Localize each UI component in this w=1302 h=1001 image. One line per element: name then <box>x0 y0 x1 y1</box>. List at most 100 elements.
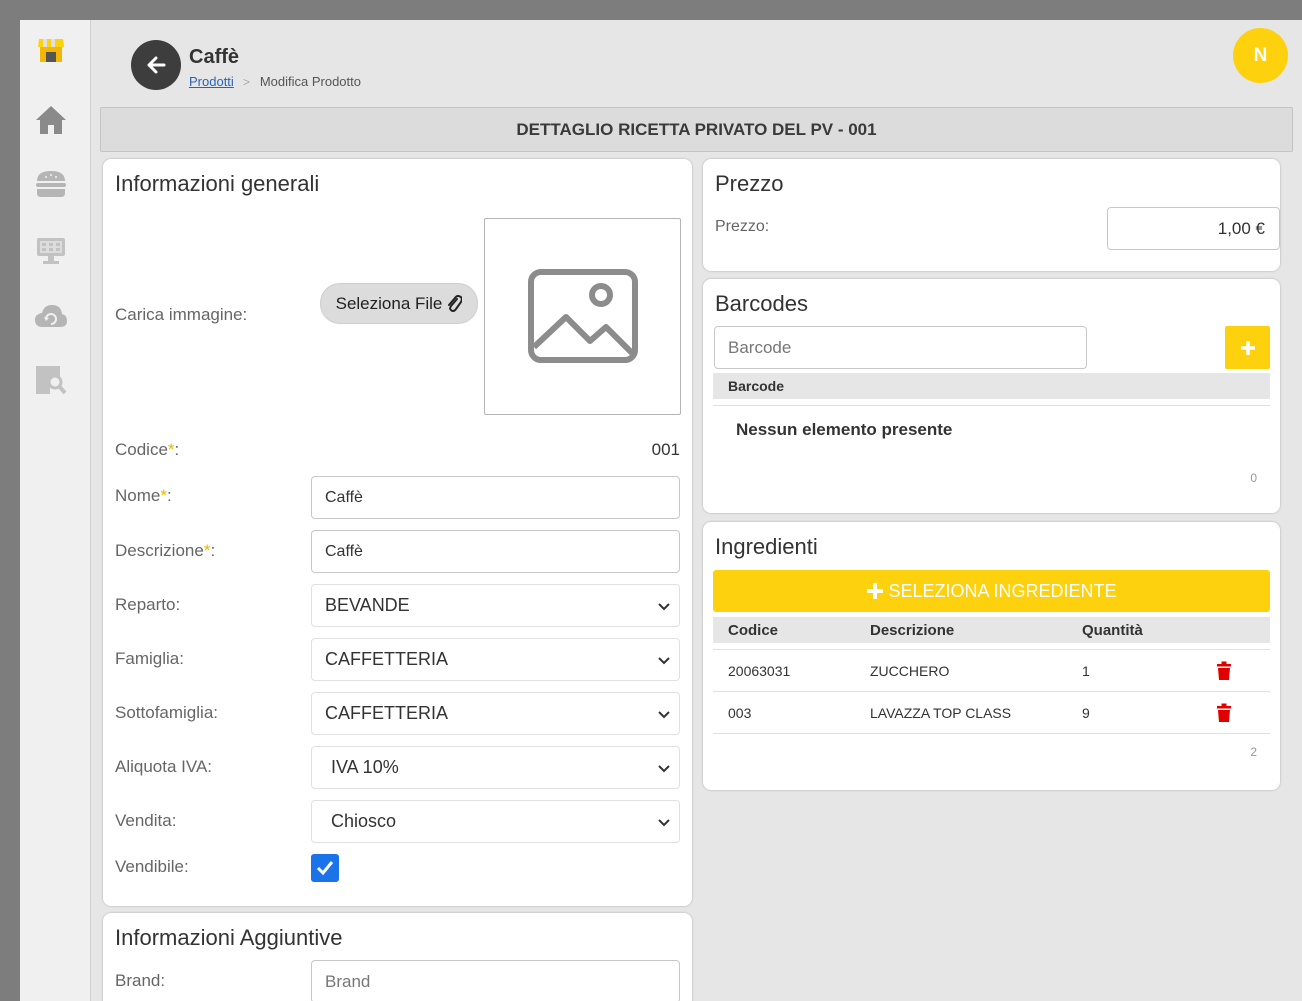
vendibile-checkbox[interactable] <box>311 854 339 882</box>
sottofamiglia-select[interactable]: CAFFETTERIA <box>311 692 680 735</box>
plus-icon <box>867 583 884 599</box>
reparto-value: BEVANDE <box>325 595 410 615</box>
back-button[interactable] <box>131 40 181 90</box>
code-label-text: Codice <box>115 440 168 459</box>
price-card: Prezzo Prezzo: <box>703 159 1280 271</box>
barcodes-count: 0 <box>1250 471 1257 485</box>
empty-message: Nessun elemento presente <box>736 420 953 439</box>
barcode-input[interactable] <box>714 326 1087 369</box>
trash-icon[interactable] <box>1216 703 1232 723</box>
select-ingredient-label: SELEZIONA INGREDIENTE <box>888 580 1117 601</box>
reparto-label: Reparto: <box>115 595 181 614</box>
code-label: Codice*: <box>115 440 179 460</box>
name-label: Nome*: <box>115 486 172 506</box>
brand-label: Brand: <box>115 971 166 990</box>
chevron-down-icon <box>658 657 670 665</box>
breadcrumb-link-prodotti[interactable]: Prodotti <box>189 74 234 89</box>
sidebar <box>20 20 91 1001</box>
ingredient-quantity: 9 <box>1082 705 1090 721</box>
ingredient-description: ZUCCHERO <box>870 663 950 679</box>
paperclip-icon <box>448 294 463 312</box>
table-row: 003 LAVAZZA TOP CLASS 9 <box>713 692 1270 734</box>
general-info-card: Informazioni generali Carica immagine: S… <box>103 159 692 906</box>
avatar[interactable]: N <box>1233 28 1288 83</box>
description-label: Descrizione*: <box>115 541 215 561</box>
iva-label: Aliquota IVA: <box>115 757 213 776</box>
image-placeholder-icon <box>527 269 638 363</box>
iva-select[interactable]: IVA 10% <box>311 746 680 789</box>
reparto-select[interactable]: BEVANDE <box>311 584 680 627</box>
divider <box>713 405 1270 406</box>
colon: : <box>166 486 172 505</box>
ingredient-code: 20063031 <box>728 663 791 679</box>
sottofamiglia-value: CAFFETTERIA <box>325 703 449 723</box>
select-file-label: Seleziona File <box>335 293 443 313</box>
ingredient-code: 003 <box>728 705 752 721</box>
ingredient-quantity: 1 <box>1082 663 1090 679</box>
shop-awning-icon[interactable] <box>33 32 69 68</box>
additional-info-title: Informazioni Aggiuntive <box>115 925 343 950</box>
required-mark: * <box>160 486 167 505</box>
ingredients-table-header: Codice Descrizione Quantità <box>713 617 1270 643</box>
ingredients-card: Ingredienti SELEZIONA INGREDIENTE Codice… <box>703 522 1280 790</box>
vendita-value: Chiosco <box>331 811 397 831</box>
code-value: 001 <box>651 440 680 459</box>
column-header-quantita: Quantità <box>1082 622 1143 639</box>
vendita-select[interactable]: Chiosco <box>311 800 680 843</box>
chevron-right-icon: > <box>242 74 250 89</box>
name-field[interactable] <box>311 476 680 519</box>
description-field[interactable] <box>311 530 680 573</box>
price-field[interactable] <box>1107 207 1280 250</box>
column-header-descrizione: Descrizione <box>870 622 955 639</box>
page-banner: DETTAGLIO RICETTA PRIVATO DEL PV - 001 <box>100 107 1293 152</box>
sottofamiglia-label: Sottofamiglia: <box>115 703 218 722</box>
page-header: Caffè Prodotti > Modifica Prodotto N <box>91 20 1302 102</box>
barcodes-table-header: Barcode <box>713 373 1270 399</box>
famiglia-select[interactable]: CAFFETTERIA <box>311 638 680 681</box>
select-file-button[interactable]: Seleziona File <box>320 283 478 324</box>
app-window: Caffè Prodotti > Modifica Prodotto N DET… <box>20 20 1302 1001</box>
cash-register-icon[interactable] <box>33 232 69 268</box>
price-title: Prezzo <box>715 171 784 196</box>
image-label: Carica immagine: <box>115 305 248 324</box>
iva-value: IVA 10% <box>331 757 399 777</box>
select-ingredient-button[interactable]: SELEZIONA INGREDIENTE <box>713 570 1270 612</box>
main-content: Caffè Prodotti > Modifica Prodotto N DET… <box>91 20 1302 1001</box>
famiglia-value: CAFFETTERIA <box>325 649 449 669</box>
chevron-down-icon <box>658 765 670 773</box>
arrow-left-icon <box>147 56 166 74</box>
barcodes-title: Barcodes <box>715 291 808 316</box>
trash-icon[interactable] <box>1216 661 1232 681</box>
brand-field[interactable] <box>311 960 680 1001</box>
name-label-text: Nome <box>115 486 161 505</box>
table-row: 20063031 ZUCCHERO 1 <box>713 650 1270 692</box>
plus-icon <box>1240 340 1255 355</box>
barcode-column-header: Barcode <box>728 378 785 394</box>
famiglia-label: Famiglia: <box>115 649 184 668</box>
column-header-codice: Codice <box>728 622 779 639</box>
document-search-icon[interactable] <box>33 362 69 398</box>
ingredients-count: 2 <box>1250 745 1257 759</box>
additional-info-card: Informazioni Aggiuntive Brand: <box>103 913 692 1001</box>
vendita-label: Vendita: <box>115 811 177 830</box>
add-barcode-button[interactable] <box>1225 326 1270 369</box>
ingredients-title: Ingredienti <box>715 534 818 559</box>
colon: : <box>174 440 180 459</box>
ingredient-description: LAVAZZA TOP CLASS <box>870 705 1012 721</box>
image-preview[interactable] <box>484 218 681 415</box>
description-label-text: Descrizione <box>115 541 204 560</box>
price-label: Prezzo: <box>715 218 770 235</box>
chevron-down-icon <box>658 819 670 827</box>
checkmark-icon <box>316 861 334 876</box>
page-title: Caffè <box>189 46 240 68</box>
chevron-down-icon <box>658 603 670 611</box>
breadcrumb: Prodotti > Modifica Prodotto <box>189 74 361 89</box>
general-info-title: Informazioni generali <box>115 171 320 196</box>
breadcrumb-current: Modifica Prodotto <box>259 74 361 89</box>
vendibile-label: Vendibile: <box>115 857 189 876</box>
burger-icon[interactable] <box>33 166 69 202</box>
required-mark: * <box>167 440 175 459</box>
barcodes-card: Barcodes Barcode Nessun elemento present… <box>703 279 1280 513</box>
home-icon[interactable] <box>33 102 69 138</box>
cloud-sync-icon[interactable] <box>33 298 69 334</box>
